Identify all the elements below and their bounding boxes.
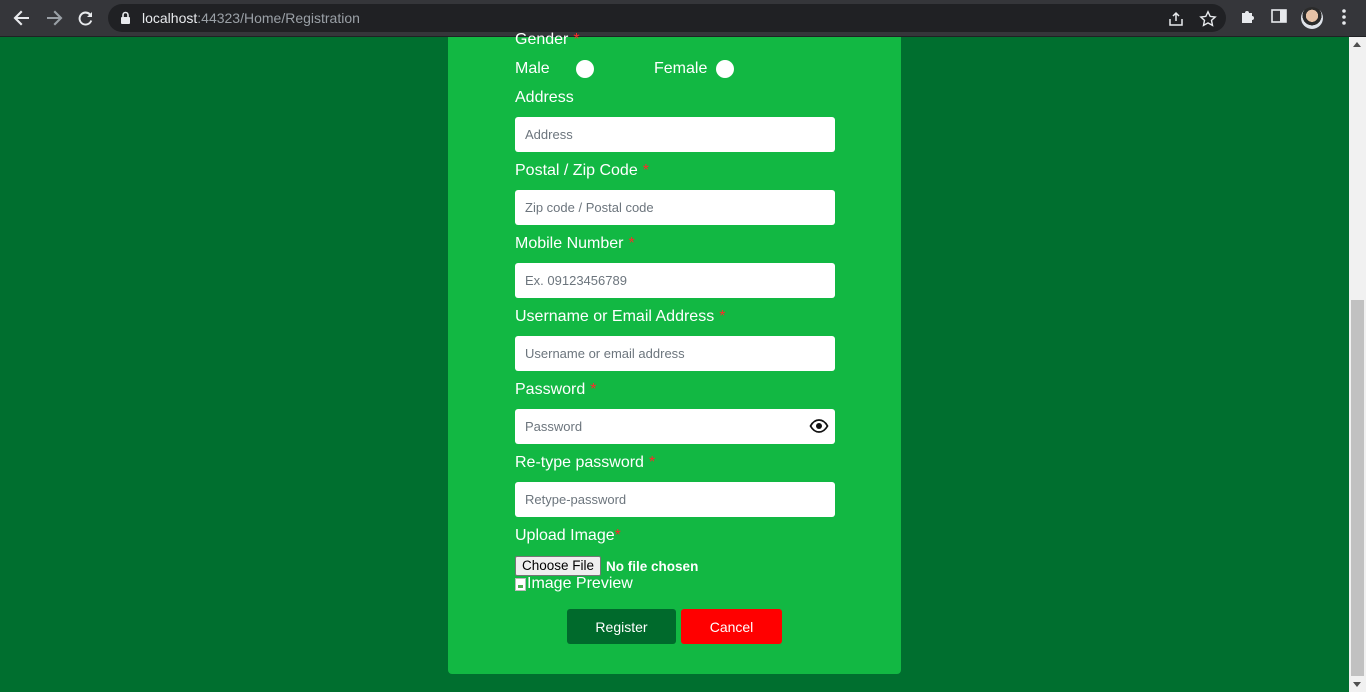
mobile-input[interactable] (515, 263, 835, 298)
cancel-button[interactable]: Cancel (681, 609, 782, 644)
share-icon[interactable] (1167, 10, 1185, 28)
extensions-puzzle-icon[interactable] (1239, 8, 1257, 26)
address-input[interactable] (515, 117, 835, 152)
postal-input[interactable] (515, 190, 835, 225)
gender-label: Gender * (515, 31, 580, 48)
username-input[interactable] (515, 336, 835, 371)
url-text: localhost:44323/Home/Registration (142, 10, 360, 26)
password-input[interactable] (515, 409, 835, 444)
broken-image-icon (515, 577, 526, 591)
more-menu-icon[interactable] (1337, 8, 1351, 26)
retype-password-input[interactable] (515, 482, 835, 517)
registration-form: Gender* Male Female Address Postal / Zip… (448, 31, 901, 674)
page-scrollbar[interactable] (1349, 37, 1366, 692)
file-status-text: No file chosen (606, 558, 699, 574)
address-label: Address (515, 89, 574, 106)
register-button[interactable]: Register (567, 609, 676, 644)
upload-label: Upload Image* (515, 527, 621, 544)
reload-icon[interactable] (74, 6, 98, 30)
retype-label: Re-type password * (515, 454, 656, 471)
profile-avatar[interactable] (1301, 7, 1323, 29)
username-label: Username or Email Address * (515, 308, 726, 325)
bookmark-star-icon[interactable] (1199, 10, 1217, 28)
back-arrow-icon[interactable] (10, 6, 34, 30)
retype-field[interactable] (515, 482, 835, 517)
address-field[interactable] (515, 117, 835, 152)
password-field[interactable] (515, 409, 835, 444)
scroll-thumb[interactable] (1351, 300, 1364, 676)
file-input[interactable]: Choose File No file chosen (515, 556, 698, 576)
mobile-field[interactable] (515, 263, 835, 298)
male-radio[interactable] (576, 60, 594, 78)
postal-label: Postal / Zip Code * (515, 162, 649, 179)
lock-icon (121, 11, 130, 24)
mobile-label: Mobile Number * (515, 235, 635, 252)
scroll-up-arrow-icon[interactable] (1353, 42, 1361, 47)
female-label: Female (654, 60, 708, 77)
side-panel-icon[interactable] (1271, 8, 1287, 24)
female-radio[interactable] (716, 60, 734, 78)
image-preview: Image Preview (515, 575, 633, 593)
show-password-eye-icon[interactable] (809, 418, 829, 434)
username-field[interactable] (515, 336, 835, 371)
scroll-down-arrow-icon[interactable] (1353, 682, 1361, 687)
address-bar[interactable]: localhost:44323/Home/Registration (108, 4, 1226, 32)
postal-field[interactable] (515, 190, 835, 225)
password-label: Password * (515, 381, 597, 398)
male-label: Male (515, 60, 550, 77)
browser-toolbar: localhost:44323/Home/Registration (0, 0, 1366, 37)
forward-arrow-icon[interactable] (42, 6, 66, 30)
image-preview-alt-text: Image Preview (527, 575, 633, 592)
choose-file-button[interactable]: Choose File (515, 556, 602, 576)
